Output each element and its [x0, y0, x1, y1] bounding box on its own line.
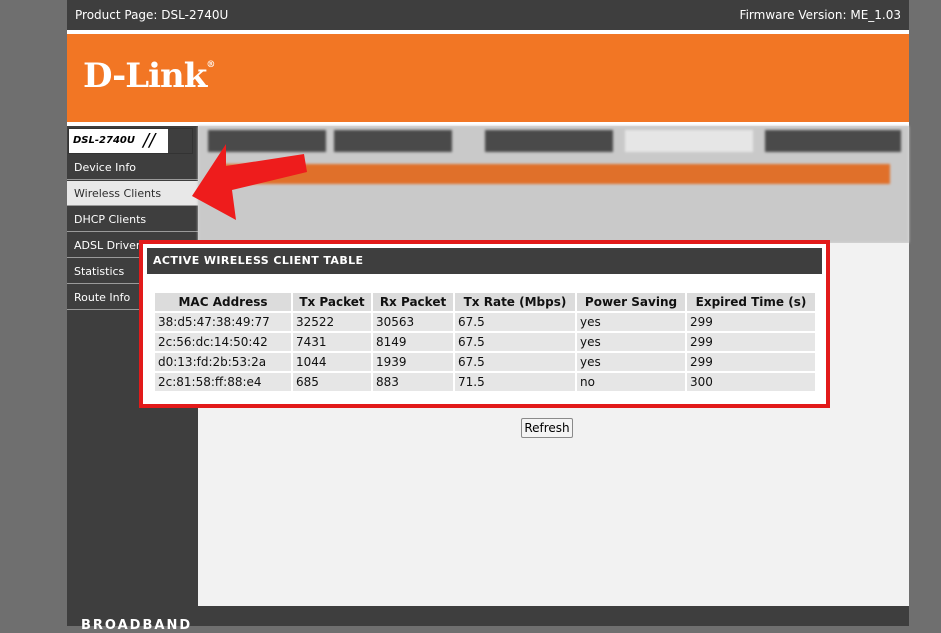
sidebar-item-label: Wireless Clients [74, 187, 162, 200]
blurred-section-title [218, 164, 890, 184]
section-title: ACTIVE WIRELESS CLIENT TABLE [147, 248, 822, 274]
power-saving-cell: yes [577, 333, 685, 351]
table-row: 38:d5:47:38:49:77 32522 30563 67.5 yes 2… [155, 313, 815, 331]
refresh-button[interactable]: Refresh [521, 418, 573, 438]
dlink-logo: D-Link® [83, 56, 215, 96]
tab-blurred[interactable] [765, 130, 901, 152]
tx-packet-cell: 32522 [293, 313, 371, 331]
table-row: d0:13:fd:2b:53:2a 1044 1939 67.5 yes 299 [155, 353, 815, 371]
column-header-power-saving: Power Saving [577, 293, 685, 311]
power-saving-cell: no [577, 373, 685, 391]
column-header-mac: MAC Address [155, 293, 291, 311]
column-header-tx-packet: Tx Packet [293, 293, 371, 311]
blurred-header-area [198, 126, 909, 243]
tab-blurred[interactable] [208, 130, 326, 152]
mac-cell: d0:13:fd:2b:53:2a [155, 353, 291, 371]
rx-packet-cell: 30563 [373, 313, 453, 331]
top-bar: Product Page: DSL-2740U Firmware Version… [67, 0, 909, 30]
column-header-tx-rate: Tx Rate (Mbps) [455, 293, 575, 311]
mac-cell: 38:d5:47:38:49:77 [155, 313, 291, 331]
sidebar-item-label: Device Info [74, 161, 136, 174]
sidebar-item-dhcp-clients[interactable]: DHCP Clients [67, 207, 198, 232]
tx-packet-cell: 685 [293, 373, 371, 391]
expired-time-cell: 299 [687, 353, 815, 371]
tx-rate-cell: 67.5 [455, 333, 575, 351]
model-name: DSL-2740U [73, 135, 135, 146]
table-header-row: MAC Address Tx Packet Rx Packet Tx Rate … [155, 293, 815, 311]
expired-time-cell: 300 [687, 373, 815, 391]
model-badge: DSL-2740U // [68, 128, 193, 154]
expired-time-cell: 299 [687, 313, 815, 331]
slash-decoration: // [143, 130, 156, 151]
registered-mark: ® [206, 60, 215, 70]
column-header-rx-packet: Rx Packet [373, 293, 453, 311]
mac-cell: 2c:56:dc:14:50:42 [155, 333, 291, 351]
sidebar-item-label: Statistics [74, 265, 125, 278]
power-saving-cell: yes [577, 353, 685, 371]
brand-banner: D-Link® [67, 34, 909, 122]
firmware-version-label: Firmware Version: ME_1.03 [739, 8, 901, 22]
expired-time-cell: 299 [687, 333, 815, 351]
rx-packet-cell: 883 [373, 373, 453, 391]
sidebar-item-wireless-clients[interactable]: Wireless Clients [67, 181, 198, 206]
mac-cell: 2c:81:58:ff:88:e4 [155, 373, 291, 391]
rx-packet-cell: 8149 [373, 333, 453, 351]
tab-blurred-active[interactable] [625, 130, 753, 152]
highlighted-client-table: ACTIVE WIRELESS CLIENT TABLE MAC Address… [139, 240, 830, 408]
sidebar-item-label: DHCP Clients [74, 213, 147, 226]
sidebar-item-label: ADSL Driver [74, 239, 141, 252]
wireless-client-table: MAC Address Tx Packet Rx Packet Tx Rate … [153, 291, 817, 393]
footer: BROADBAND [67, 606, 909, 633]
tab-blurred[interactable] [485, 130, 613, 152]
sidebar-item-label: Route Info [74, 291, 131, 304]
badge-end [168, 129, 192, 153]
logo-text: D-Link [83, 56, 207, 96]
table-row: 2c:56:dc:14:50:42 7431 8149 67.5 yes 299 [155, 333, 815, 351]
rx-packet-cell: 1939 [373, 353, 453, 371]
product-page-label: Product Page: DSL-2740U [75, 8, 229, 22]
tx-rate-cell: 71.5 [455, 373, 575, 391]
tx-rate-cell: 67.5 [455, 353, 575, 371]
sidebar-item-device-info[interactable]: Device Info [67, 155, 198, 180]
tx-packet-cell: 7431 [293, 333, 371, 351]
column-header-expired-time: Expired Time (s) [687, 293, 815, 311]
tab-blurred[interactable] [334, 130, 452, 152]
table-row: 2c:81:58:ff:88:e4 685 883 71.5 no 300 [155, 373, 815, 391]
power-saving-cell: yes [577, 313, 685, 331]
tx-packet-cell: 1044 [293, 353, 371, 371]
tx-rate-cell: 67.5 [455, 313, 575, 331]
